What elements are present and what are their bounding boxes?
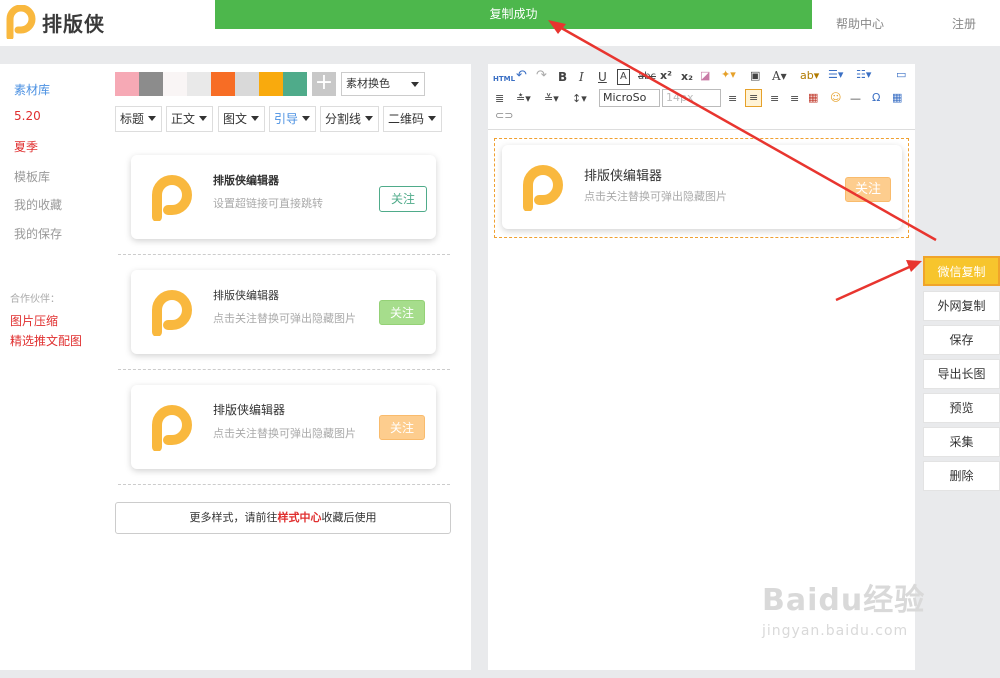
arrow-to-toast [555, 23, 937, 242]
arrow-to-wechat-copy [835, 262, 917, 302]
watermark-brand: Baidu经验 [762, 583, 926, 618]
arrowhead [548, 20, 566, 34]
watermark: Baidu经验 jingyan.baidu.com [762, 575, 925, 639]
watermark-url: jingyan.baidu.com [762, 623, 909, 639]
arrowhead [906, 260, 922, 272]
